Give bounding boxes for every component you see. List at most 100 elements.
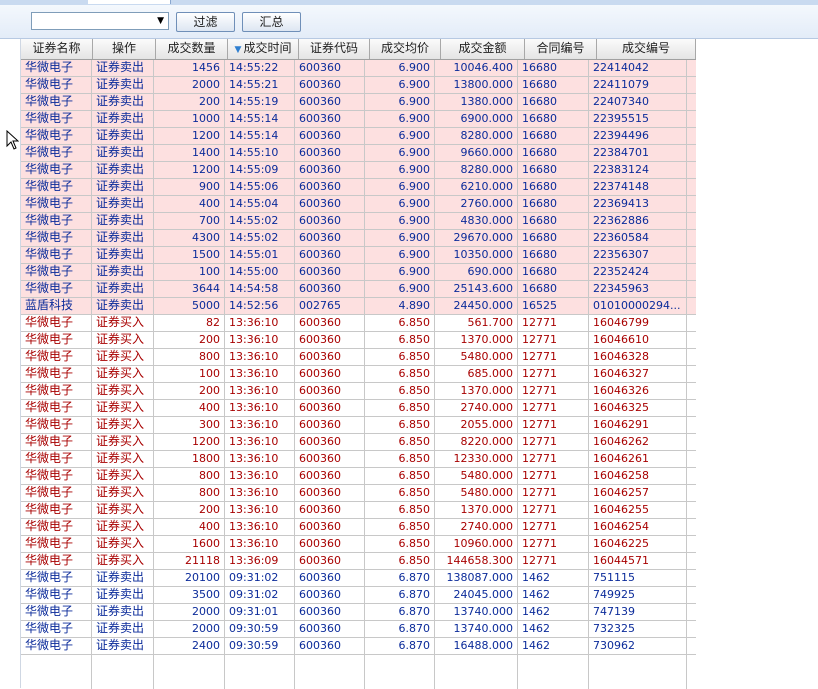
table-row[interactable]: 华微电子 证券卖出 1500 14:55:01 600360 6.900 10350.000…: [21, 247, 696, 264]
header-col-contract-no[interactable]: 合同编号: [525, 39, 597, 59]
cell-security-name: 华微电子: [21, 349, 92, 365]
cell-security-name: 华微电子: [21, 587, 92, 603]
table-row[interactable]: 华微电子 证券买入 1800 13:36:10 600360 6.850 12330.000…: [21, 451, 696, 468]
cell-avg-price: 6.850: [365, 485, 435, 501]
table-row[interactable]: 华微电子 证券卖出 2400 09:30:59 600360 6.870 16488.000…: [21, 638, 696, 655]
cell-trade-no: 22374148: [589, 179, 687, 195]
cell-contract-no: 12771: [518, 451, 589, 467]
cell-avg-price: 6.850: [365, 383, 435, 399]
filter-button[interactable]: 过滤: [176, 12, 235, 32]
cell-contract-no: 1462: [518, 621, 589, 637]
table-row[interactable]: 华微电子 证券卖出 3644 14:54:58 600360 6.900 25143.600…: [21, 281, 696, 298]
table-row[interactable]: 华微电子 证券卖出 1400 14:55:10 600360 6.900 9660.000 1…: [21, 145, 696, 162]
cell-operation: 证券卖出: [92, 247, 154, 263]
cell-operation: 证券卖出: [92, 111, 154, 127]
cell-operation: 证券买入: [92, 519, 154, 535]
table-row[interactable]: 华微电子 证券买入 800 13:36:10 600360 6.850 5480.000 12…: [21, 349, 696, 366]
cell-contract-no: 16680: [518, 145, 589, 161]
cell-time: 13:36:10: [225, 519, 295, 535]
cell-operation: 证券买入: [92, 434, 154, 450]
table-row[interactable]: 华微电子 证券卖出 2000 14:55:21 600360 6.900 13800.000…: [21, 77, 696, 94]
table-row[interactable]: 华微电子 证券卖出 400 14:55:04 600360 6.900 2760.000 16…: [21, 196, 696, 213]
table-row[interactable]: 华微电子 证券买入 200 13:36:10 600360 6.850 1370.000 12…: [21, 332, 696, 349]
table-row[interactable]: 华微电子 证券买入 200 13:36:10 600360 6.850 1370.000 12…: [21, 383, 696, 400]
cell-contract-no: 12771: [518, 332, 589, 348]
table-header: 证券名称 操作 成交数量 ▼ 成交时间 证券代码 成交均价 成交金额 合同编号 成交编号: [21, 39, 696, 60]
table-row[interactable]: 华微电子 证券卖出 1456 14:55:22 600360 6.900 10046.400…: [21, 60, 696, 77]
chevron-down-icon[interactable]: ▼: [157, 16, 164, 26]
cell-amount: 13800.000: [435, 77, 518, 93]
cell-code: 600360: [295, 604, 365, 620]
cell-contract-no: 16680: [518, 111, 589, 127]
cell-time: 14:55:06: [225, 179, 295, 195]
cell-time: 09:30:59: [225, 638, 295, 654]
cell-security-name: 华微电子: [21, 604, 92, 620]
table-row[interactable]: 华微电子 证券买入 800 13:36:10 600360 6.850 5480.000 12…: [21, 485, 696, 502]
cell-trade-no: 22411079: [589, 77, 687, 93]
cell-operation: 证券卖出: [92, 587, 154, 603]
table-row[interactable]: 华微电子 证券卖出 1000 14:55:14 600360 6.900 6900.000 1…: [21, 111, 696, 128]
cell-trade-no: 22383124: [589, 162, 687, 178]
header-col-security-name[interactable]: 证券名称: [21, 39, 93, 59]
cell-trade-no: 16046799: [589, 315, 687, 331]
cell-security-name: 华微电子: [21, 621, 92, 637]
cell-operation: 证券卖出: [92, 281, 154, 297]
table-row[interactable]: 华微电子 证券买入 21118 13:36:09 600360 6.850 144658.3…: [21, 553, 696, 570]
table-row[interactable]: 华微电子 证券卖出 4300 14:55:02 600360 6.900 29670.000…: [21, 230, 696, 247]
cell-code: 600360: [295, 553, 365, 569]
table-row[interactable]: 华微电子 证券卖出 200 14:55:19 600360 6.900 1380.000 16…: [21, 94, 696, 111]
cell-code: 600360: [295, 196, 365, 212]
table-row[interactable]: 华微电子 证券买入 1600 13:36:10 600360 6.850 10960.000…: [21, 536, 696, 553]
cell-quantity: 4300: [154, 230, 225, 246]
cell-time: 13:36:10: [225, 400, 295, 416]
table-row[interactable]: 华微电子 证券卖出 700 14:55:02 600360 6.900 4830.000 16…: [21, 213, 696, 230]
table-row[interactable]: 华微电子 证券买入 200 13:36:10 600360 6.850 1370.000 12…: [21, 502, 696, 519]
table-row[interactable]: 华微电子 证券买入 1200 13:36:10 600360 6.850 8220.000 1…: [21, 434, 696, 451]
cell-contract-no: 16680: [518, 77, 589, 93]
table-row[interactable]: 华微电子 证券卖出 100 14:55:00 600360 6.900 690.000 166…: [21, 264, 696, 281]
table-row[interactable]: 蓝盾科技 证券卖出 5000 14:52:56 002765 4.890 24450.000…: [21, 298, 696, 315]
table-row[interactable]: 华微电子 证券买入 400 13:36:10 600360 6.850 2740.000 12…: [21, 400, 696, 417]
cell-avg-price: 6.850: [365, 451, 435, 467]
header-col-quantity[interactable]: 成交数量: [156, 39, 228, 59]
table-row[interactable]: 华微电子 证券卖出 20100 09:31:02 600360 6.870 138087.0…: [21, 570, 696, 587]
cell-avg-price: 6.900: [365, 145, 435, 161]
cell-trade-no: 16046610: [589, 332, 687, 348]
cell-avg-price: 6.850: [365, 536, 435, 552]
cell-amount: 8280.000: [435, 128, 518, 144]
header-col-operation[interactable]: 操作: [93, 39, 156, 59]
cell-operation: 证券买入: [92, 417, 154, 433]
header-col-amount[interactable]: 成交金额: [441, 39, 525, 59]
cell-quantity: 20100: [154, 570, 225, 586]
cell-operation: 证券卖出: [92, 570, 154, 586]
header-col-trade-no[interactable]: 成交编号: [597, 39, 696, 59]
cell-quantity: 800: [154, 468, 225, 484]
table-row[interactable]: 华微电子 证券卖出 1200 14:55:14 600360 6.900 8280.000 1…: [21, 128, 696, 145]
table-row[interactable]: 华微电子 证券买入 400 13:36:10 600360 6.850 2740.000 12…: [21, 519, 696, 536]
summary-button[interactable]: 汇总: [242, 12, 301, 32]
cell-amount: 4830.000: [435, 213, 518, 229]
cell-trade-no: 22362886: [589, 213, 687, 229]
table-row[interactable]: 华微电子 证券卖出 1200 14:55:09 600360 6.900 8280.000 1…: [21, 162, 696, 179]
cell-contract-no: 1462: [518, 570, 589, 586]
table-row[interactable]: 华微电子 证券买入 82 13:36:10 600360 6.850 561.700 1277…: [21, 315, 696, 332]
cell-quantity: 300: [154, 417, 225, 433]
table-row[interactable]: 华微电子 证券卖出 900 14:55:06 600360 6.900 6210.000 16…: [21, 179, 696, 196]
cell-time: 09:31:02: [225, 587, 295, 603]
header-col-time[interactable]: ▼ 成交时间: [228, 39, 299, 59]
table-row[interactable]: 华微电子 证券买入 300 13:36:10 600360 6.850 2055.000 12…: [21, 417, 696, 434]
table-row[interactable]: 华微电子 证券买入 100 13:36:10 600360 6.850 685.000 127…: [21, 366, 696, 383]
cell-security-name: 华微电子: [21, 162, 92, 178]
header-col-code[interactable]: 证券代码: [299, 39, 370, 59]
empty-column-area: [295, 655, 365, 689]
header-label: 成交时间: [243, 41, 292, 55]
cell-quantity: 400: [154, 196, 225, 212]
active-tab-fragment[interactable]: [88, 0, 171, 4]
cell-code: 600360: [295, 502, 365, 518]
table-row[interactable]: 华微电子 证券卖出 2000 09:31:01 600360 6.870 13740.000…: [21, 604, 696, 621]
table-row[interactable]: 华微电子 证券卖出 3500 09:31:02 600360 6.870 24045.000…: [21, 587, 696, 604]
table-row[interactable]: 华微电子 证券卖出 2000 09:30:59 600360 6.870 13740.000…: [21, 621, 696, 638]
table-row[interactable]: 华微电子 证券买入 800 13:36:10 600360 6.850 5480.000 12…: [21, 468, 696, 485]
header-col-avg-price[interactable]: 成交均价: [370, 39, 441, 59]
filter-combobox[interactable]: ▼: [31, 12, 169, 30]
